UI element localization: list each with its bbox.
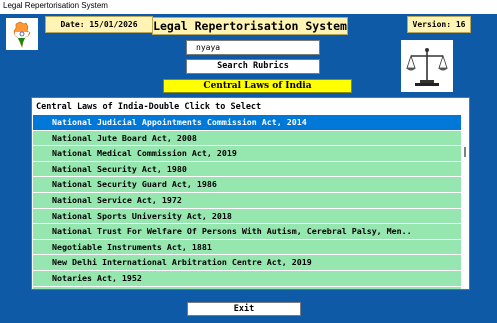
list-header: Central Laws of India-Double Click to Se… <box>36 102 262 112</box>
india-emblem-icon <box>6 18 38 50</box>
list-item[interactable]: National Medical Commission Act, 2019 <box>33 146 461 162</box>
list-item[interactable]: Notaries Act, 1952 <box>33 270 461 287</box>
list-item[interactable]: National Service Act, 1972 <box>33 192 461 209</box>
list-item[interactable]: New Delhi International Arbitration Cent… <box>33 255 461 271</box>
version-display: Version: 16 <box>407 16 471 33</box>
scrollbar[interactable] <box>462 115 469 289</box>
laws-list[interactable]: National Judicial Appointments Commissio… <box>33 115 461 289</box>
app-title: Legal Repertorisation System <box>152 17 348 35</box>
list-item[interactable]: National Jute Board Act, 2008 <box>33 130 461 147</box>
search-rubrics-button[interactable]: Search Rubrics <box>186 59 320 74</box>
list-item[interactable]: National Trust For Welfare Of Persons Wi… <box>33 224 461 240</box>
scales-of-justice-icon <box>401 40 453 92</box>
section-label: Central Laws of India <box>163 79 352 93</box>
list-item[interactable]: Oaths Act, 1969 <box>33 286 461 289</box>
list-item[interactable]: National Sports University Act, 2018 <box>33 208 461 225</box>
scrollbar-thumb[interactable] <box>464 147 466 157</box>
list-item[interactable]: Negotiable Instruments Act, 1881 <box>33 239 461 256</box>
list-item[interactable]: National Security Act, 1980 <box>33 161 461 178</box>
exit-button[interactable]: Exit <box>187 302 301 316</box>
list-item[interactable]: National Security Guard Act, 1986 <box>33 177 461 193</box>
list-item[interactable]: National Judicial Appointments Commissio… <box>33 115 461 131</box>
window-title: Legal Repertorisation System <box>0 0 497 14</box>
laws-list-panel: Central Laws of India-Double Click to Se… <box>31 97 470 290</box>
search-input[interactable]: nyaya <box>186 40 320 55</box>
date-display: Date: 15/01/2026 <box>45 16 153 33</box>
